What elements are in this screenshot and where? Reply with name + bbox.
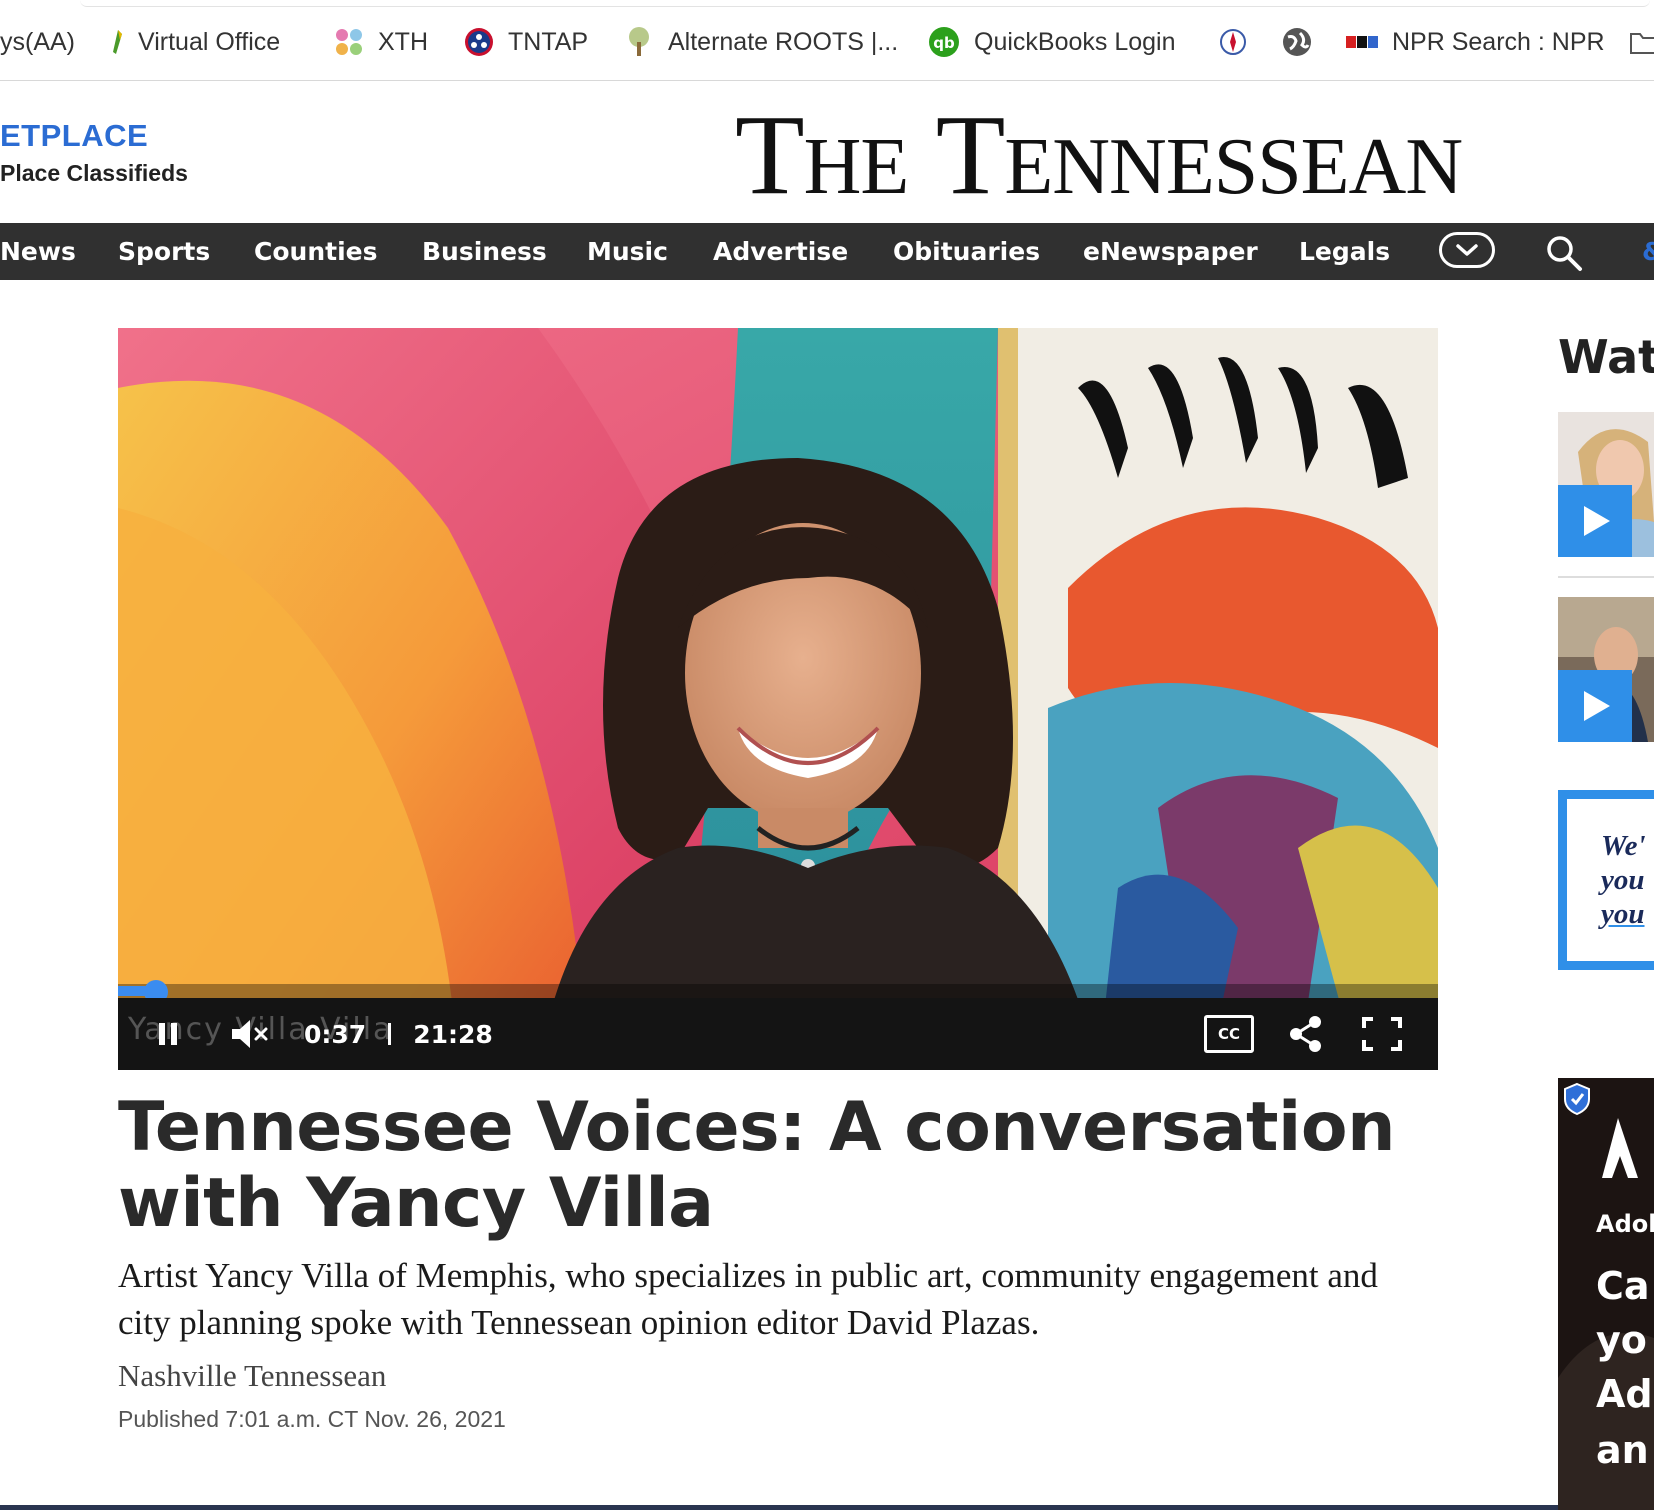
more-menu-button[interactable] [1439, 232, 1495, 268]
npr-icon [1346, 36, 1378, 48]
chevron-down-icon [1456, 244, 1478, 256]
bookmark-alternate-roots[interactable]: Alternate ROOTS |... [624, 26, 898, 58]
pause-button[interactable] [156, 998, 182, 1070]
site-logo[interactable]: The Tennessean [735, 98, 1463, 212]
bookmark-label: XTH [378, 27, 428, 56]
tab-strip-edge [80, 0, 1650, 7]
nav-item-music[interactable]: Music [587, 223, 668, 280]
rail-title: Wat [1558, 330, 1654, 384]
time-separator [388, 1023, 392, 1045]
video-player[interactable]: Yancy Villa Villa 0:37 21:28 CC [118, 328, 1438, 1070]
mute-button[interactable] [230, 998, 272, 1070]
folder-icon [1630, 33, 1654, 54]
captions-button[interactable]: CC [1204, 998, 1254, 1070]
bookmark-label: Alternate ROOTS |... [668, 27, 899, 56]
article-headline: Tennessee Voices: A conversation with Ya… [118, 1088, 1396, 1243]
nav-item-enewspaper[interactable]: eNewspaper [1083, 223, 1258, 280]
svg-text:qb: qb [933, 34, 955, 52]
bookmark-globe[interactable] [1282, 26, 1312, 58]
ad-line: yo [1596, 1318, 1647, 1362]
main-nav: News Sports Counties Business Music Adve… [0, 223, 1654, 280]
bookmark-label: NPR Search : NPR [1392, 27, 1605, 56]
marketplace-title[interactable]: ETPLACE [0, 118, 148, 154]
bookmark-xth[interactable]: XTH [334, 26, 428, 58]
publish-date: Published 7:01 a.m. CT Nov. 26, 2021 [118, 1406, 506, 1432]
nav-item-business[interactable]: Business [422, 223, 547, 280]
dots-icon [336, 29, 362, 55]
ad-line: Ad [1596, 1372, 1653, 1416]
rail-video-thumb-2[interactable] [1558, 597, 1654, 742]
nav-edge-item[interactable]: & [1642, 223, 1654, 280]
promo-text: We' you you [1601, 829, 1646, 931]
bookmark-aa[interactable]: ys(AA) [0, 26, 75, 58]
nav-item-advertise[interactable]: Advertise [713, 223, 848, 280]
logo-the: The [735, 91, 909, 218]
nav-item-legals[interactable]: Legals [1299, 223, 1390, 280]
bookmark-quickbooks[interactable]: qb QuickBooks Login [928, 26, 1176, 58]
bookmark-label: ys(AA) [0, 27, 75, 56]
bookmark-label: TNTAP [508, 27, 589, 56]
search-icon [1547, 236, 1582, 271]
play-icon [1558, 485, 1632, 557]
article-source[interactable]: Nashville Tennessean [118, 1358, 386, 1394]
duration: 21:28 [413, 1019, 493, 1049]
fullscreen-icon [1362, 1017, 1402, 1051]
globe-icon [1283, 28, 1311, 56]
nav-item-news[interactable]: News [0, 223, 76, 280]
bookmark-folder[interactable] [1630, 26, 1654, 58]
pause-icon [159, 1023, 177, 1045]
tennessee-seal-icon [465, 28, 493, 56]
fullscreen-button[interactable] [1362, 998, 1402, 1070]
play-icon [1558, 670, 1632, 742]
quickbooks-icon: qb [929, 27, 959, 57]
search-button[interactable] [1544, 233, 1584, 273]
tree-icon [629, 27, 649, 56]
rail-advertisement[interactable]: Adob Ca yo Ad an [1558, 1078, 1654, 1510]
promo-line: you [1601, 864, 1645, 896]
page-bottom-bar [0, 1505, 1654, 1510]
video-frame [118, 328, 1438, 1070]
nav-item-counties[interactable]: Counties [254, 223, 377, 280]
bookmark-npr[interactable]: NPR Search : NPR [1346, 26, 1605, 58]
ad-line: Ca [1596, 1264, 1650, 1308]
marketplace-subtitle[interactable]: Place Classifieds [0, 160, 188, 187]
bookmark-tntap[interactable]: TNTAP [464, 26, 588, 58]
bookmark-virtual-office[interactable]: Virtual Office [110, 26, 280, 58]
bookmarks-bar: ys(AA) Virtual Office XTH TNTAP Alternat… [0, 0, 1654, 81]
rail-divider [1558, 576, 1654, 578]
logo-main: Tennessean [935, 91, 1463, 218]
current-time: 0:37 [304, 1019, 367, 1049]
volume-muted-icon [232, 1020, 268, 1048]
article-summary: Artist Yancy Villa of Memphis, who speci… [118, 1256, 1378, 1342]
nav-item-obituaries[interactable]: Obituaries [893, 223, 1040, 280]
leaf-icon [113, 30, 122, 54]
nav-item-sports[interactable]: Sports [118, 223, 210, 280]
emblem-icon [1220, 29, 1246, 55]
promo-line: We' [1601, 830, 1646, 862]
share-icon [1290, 1016, 1321, 1052]
rail-promo-box[interactable]: We' you you [1558, 790, 1654, 970]
cc-icon: CC [1204, 1015, 1254, 1053]
video-controls: Yancy Villa Villa 0:37 21:28 CC [118, 998, 1438, 1070]
bookmark-label: QuickBooks Login [974, 27, 1176, 56]
ad-line: an [1596, 1428, 1649, 1472]
promo-line: you [1601, 898, 1645, 930]
ad-choices-icon[interactable] [1562, 1082, 1592, 1116]
ad-brand: Adob [1596, 1210, 1654, 1238]
share-button[interactable] [1288, 998, 1324, 1070]
bookmark-label: Virtual Office [138, 27, 281, 56]
rail-video-thumb-1[interactable] [1558, 412, 1654, 557]
time-display: 0:37 21:28 [304, 998, 493, 1070]
bookmark-emblem[interactable] [1218, 26, 1248, 58]
progress-track[interactable] [118, 984, 1438, 998]
